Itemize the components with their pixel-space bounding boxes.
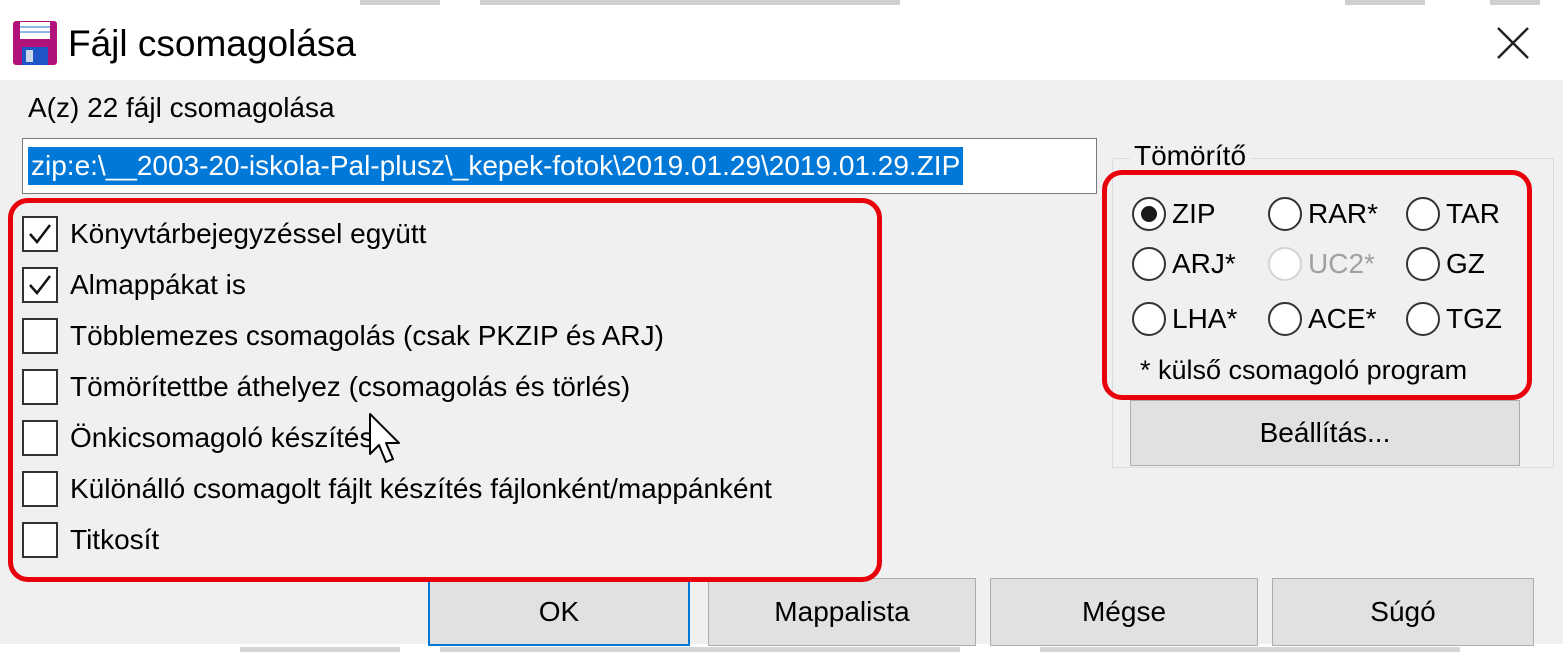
radio-button[interactable] (1132, 302, 1166, 336)
files-count-label: A(z) 22 fájl csomagolása (28, 92, 335, 123)
option-multi-volume[interactable]: Többlemezes csomagolás (csak PKZIP és AR… (22, 314, 664, 358)
radio-label: TGZ (1446, 303, 1502, 334)
ok-button[interactable]: OK (428, 578, 690, 646)
radio-arj[interactable]: ARJ* (1132, 242, 1236, 286)
window-title: Fájl csomagolása (68, 23, 356, 64)
option-self-extracting[interactable]: Önkicsomagoló készítése (22, 416, 389, 460)
radio-label: ZIP (1172, 198, 1216, 229)
radio-button[interactable] (1406, 197, 1440, 231)
radio-label: GZ (1446, 248, 1485, 279)
radio-label: ARJ* (1172, 248, 1236, 279)
option-label: Többlemezes csomagolás (csak PKZIP és AR… (70, 320, 664, 351)
radio-label: LHA* (1172, 303, 1238, 334)
radio-label: RAR* (1308, 198, 1379, 229)
radio-button[interactable] (1406, 247, 1440, 281)
radio-button[interactable] (1406, 302, 1440, 336)
option-subfolders[interactable]: Almappákat is (22, 263, 246, 307)
option-with-directory-entries[interactable]: Könyvtárbejegyzéssel együtt (22, 212, 426, 256)
radio-button[interactable] (1132, 247, 1166, 281)
checkbox[interactable] (22, 267, 58, 303)
option-label: Önkicsomagoló készítése (70, 422, 390, 453)
checkbox[interactable] (22, 216, 58, 252)
option-label: Titkosít (70, 524, 160, 555)
radio-rar[interactable]: RAR* (1268, 192, 1378, 236)
checkmark-icon (29, 224, 51, 244)
close-icon[interactable] (1488, 18, 1538, 68)
checkbox[interactable] (22, 471, 58, 507)
radio-button[interactable] (1132, 197, 1166, 231)
checkbox[interactable] (22, 369, 58, 405)
external-packer-note: * külső csomagoló program (1140, 355, 1468, 385)
radio-label: ACE* (1308, 303, 1377, 334)
option-label: Almappákat is (70, 269, 246, 300)
radio-lha[interactable]: LHA* (1132, 297, 1237, 341)
cancel-button[interactable]: Mégse (990, 578, 1258, 646)
radio-label: TAR (1446, 198, 1500, 229)
checkbox[interactable] (22, 522, 58, 558)
floppy-disk-icon (13, 21, 57, 65)
background-window-strip (0, 0, 1563, 8)
radio-gz[interactable]: GZ (1406, 242, 1485, 286)
radio-tar[interactable]: TAR (1406, 192, 1500, 236)
checkbox[interactable] (22, 420, 58, 456)
help-button[interactable]: Súgó (1272, 578, 1534, 646)
target-path-selected-text: zip:e:\__2003-20-iskola-Pal-plusz\_kepek… (28, 147, 964, 185)
radio-uc2: UC2* (1268, 242, 1375, 286)
radio-button[interactable] (1268, 197, 1302, 231)
folder-list-button[interactable]: Mappalista (708, 578, 976, 646)
option-move-to-archive[interactable]: Tömörítettbe áthelyez (csomagolás és tör… (22, 365, 630, 409)
option-encrypt[interactable]: Titkosít (22, 518, 159, 562)
target-path-input[interactable]: zip:e:\__2003-20-iskola-Pal-plusz\_kepek… (22, 138, 1097, 194)
option-label: Tömörítettbe áthelyez (csomagolás és tör… (70, 371, 631, 402)
radio-selected-dot (1141, 206, 1157, 222)
radio-ace[interactable]: ACE* (1268, 297, 1376, 341)
option-separate-archives[interactable]: Különálló csomagolt fájlt készítés fájlo… (22, 467, 772, 511)
compressor-group-title: Tömörítő (1130, 138, 1251, 174)
option-label: Könyvtárbejegyzéssel együtt (70, 218, 427, 249)
radio-label: UC2* (1308, 248, 1375, 279)
settings-button[interactable]: Beállítás... (1130, 400, 1520, 466)
option-label: Különálló csomagolt fájlt készítés fájlo… (70, 473, 772, 504)
radio-tgz[interactable]: TGZ (1406, 297, 1502, 341)
radio-zip[interactable]: ZIP (1132, 192, 1216, 236)
checkmark-icon (29, 275, 51, 295)
radio-button[interactable] (1268, 302, 1302, 336)
radio-button (1268, 247, 1302, 281)
checkbox[interactable] (22, 318, 58, 354)
